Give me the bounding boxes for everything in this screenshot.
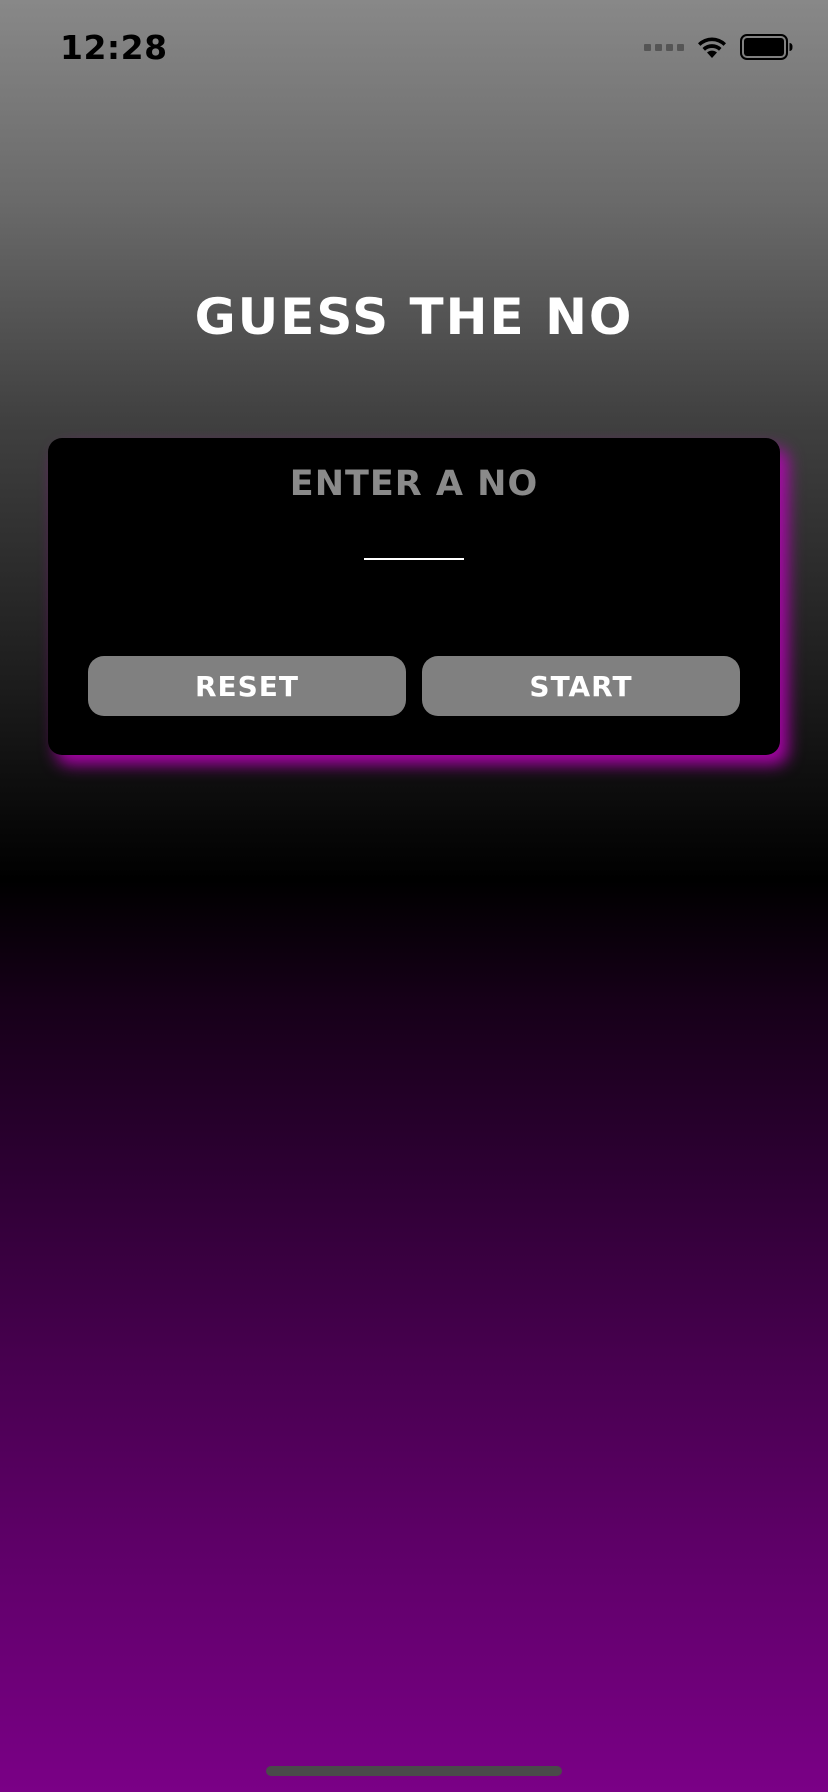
number-input[interactable]: [364, 510, 464, 560]
reset-button[interactable]: RESET: [88, 656, 406, 716]
app-title: GUESS THE NO: [194, 288, 634, 346]
enter-number-label: ENTER A NO: [289, 464, 539, 504]
start-button[interactable]: START: [422, 656, 740, 716]
battery-icon: [740, 34, 793, 60]
status-icons: [644, 34, 794, 60]
status-time: 12:28: [60, 28, 168, 67]
status-bar: 12:28: [0, 0, 828, 100]
home-indicator[interactable]: [266, 1766, 562, 1776]
guess-card: ENTER A NO RESET START: [48, 438, 780, 755]
cellular-signal-icon: [644, 43, 684, 51]
wifi-icon: [698, 37, 726, 58]
